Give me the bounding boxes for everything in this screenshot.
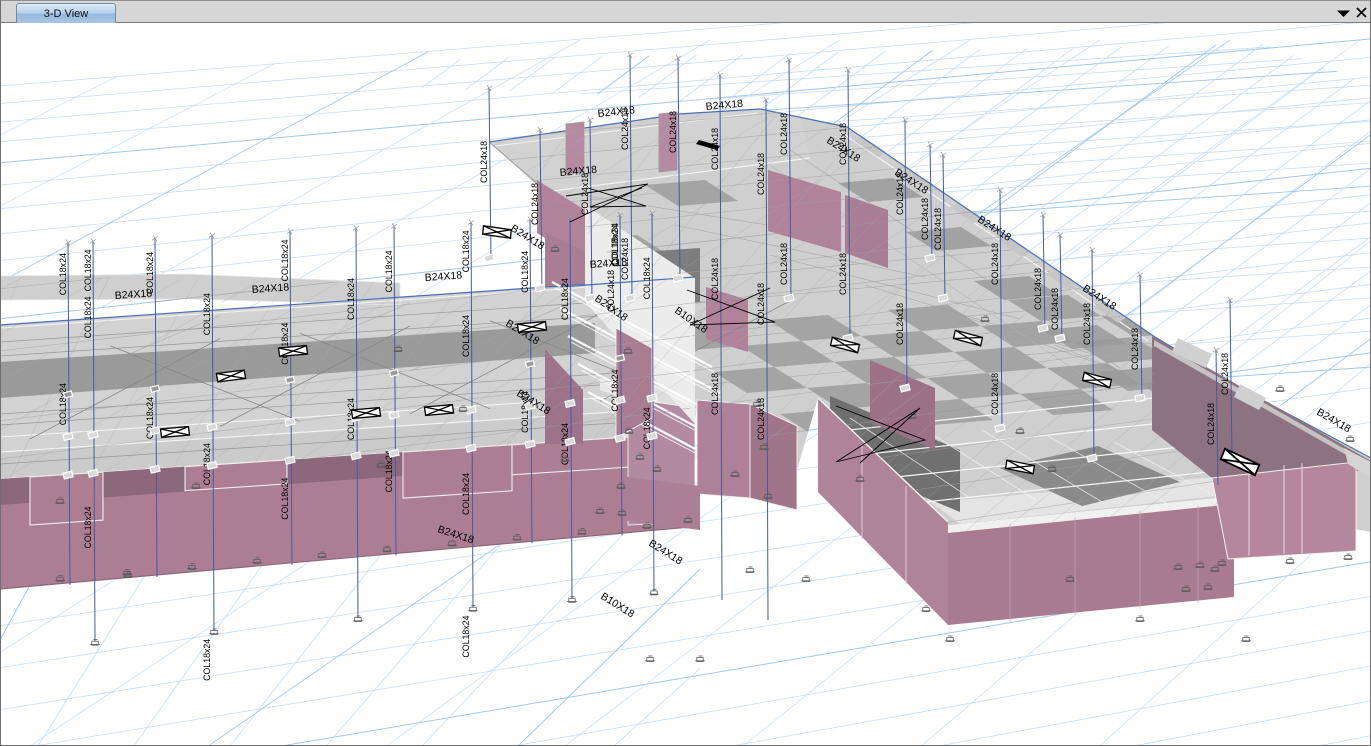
svg-text:COL24x18: COL24x18 [1050,288,1060,330]
svg-text:COL24x18: COL24x18 [710,258,720,300]
svg-text:COL24x18: COL24x18 [920,198,930,240]
svg-text:COL18x24: COL18x24 [83,249,93,291]
svg-text:COL24x18: COL24x18 [710,373,720,415]
svg-text:COL24x18: COL24x18 [779,243,789,285]
svg-text:COL18x24: COL18x24 [642,407,652,449]
svg-text:COL24x18: COL24x18 [1220,353,1230,395]
svg-text:COL24x18: COL24x18 [1130,328,1140,370]
svg-text:COL24x18: COL24x18 [1206,403,1216,445]
svg-text:COL24x18: COL24x18 [1033,268,1043,310]
svg-text:COL24x18: COL24x18 [990,373,1000,415]
svg-text:COL18x24: COL18x24 [461,615,471,657]
svg-text:COL24x18: COL24x18 [668,111,678,153]
svg-text:COL18x24: COL18x24 [58,253,68,295]
svg-text:COL18x24: COL18x24 [384,250,394,292]
svg-text:COL24x18: COL24x18 [895,303,905,345]
svg-text:COL24x18: COL24x18 [933,208,943,250]
svg-text:COL18x24: COL18x24 [280,239,290,281]
svg-text:COL18x24: COL18x24 [280,478,290,520]
svg-text:COL24x18: COL24x18 [756,283,766,325]
svg-text:COL24x18: COL24x18 [990,243,1000,285]
svg-text:COL18x24: COL18x24 [83,296,93,338]
svg-text:COL18x24: COL18x24 [560,278,570,320]
svg-text:COL18x24: COL18x24 [520,251,530,293]
svg-text:COL18x24: COL18x24 [642,257,652,299]
svg-text:COL18x24: COL18x24 [461,315,471,357]
svg-text:COL24x18: COL24x18 [1082,303,1092,345]
svg-text:COL18x24: COL18x24 [610,369,620,411]
svg-text:COL18x24: COL18x24 [83,506,93,548]
svg-text:COL24x18: COL24x18 [838,253,848,295]
svg-text:COL18x24: COL18x24 [461,230,471,272]
svg-text:COL18x24: COL18x24 [202,293,212,335]
svg-text:COL24x18: COL24x18 [479,141,489,183]
svg-text:COL18x24: COL18x24 [58,383,68,425]
svg-text:COL24x18: COL24x18 [530,183,540,225]
svg-text:COL18x24: COL18x24 [346,278,356,320]
svg-text:COL24x18: COL24x18 [756,398,766,440]
svg-text:COL18x24: COL18x24 [202,639,212,681]
svg-text:COL24x18: COL24x18 [756,153,766,195]
svg-text:COL24x18: COL24x18 [779,113,789,155]
svg-text:COL18x24: COL18x24 [280,323,290,365]
svg-text:COL18x24: COL18x24 [461,473,471,515]
